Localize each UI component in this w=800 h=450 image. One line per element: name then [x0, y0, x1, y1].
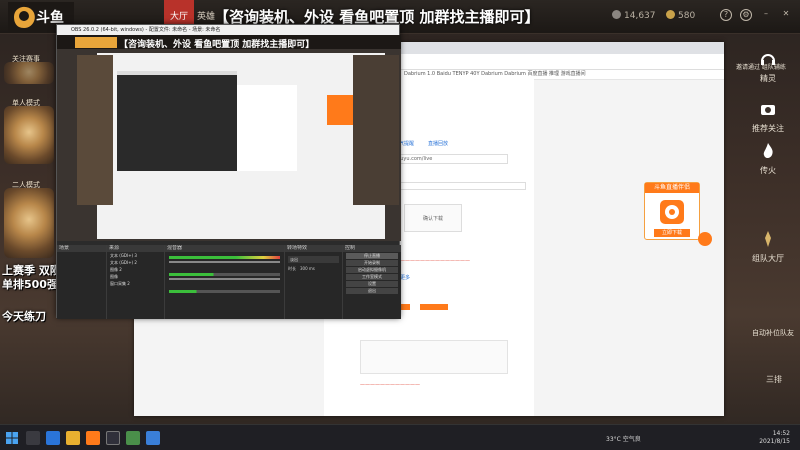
obs-preview-canvas	[57, 35, 401, 241]
qq-icon[interactable]	[146, 431, 160, 445]
side-action-icon[interactable]	[698, 232, 712, 246]
volume-slider[interactable]	[169, 278, 280, 280]
settings-button[interactable]: 设置	[346, 281, 398, 287]
fire-button[interactable]: 传火	[746, 142, 790, 176]
camera-icon	[761, 105, 775, 115]
orange-button-2[interactable]	[420, 304, 448, 310]
windows-start-icon[interactable]	[6, 432, 18, 444]
team-hall-label: 组队大厅	[752, 254, 784, 263]
source-item[interactable]: 窗口采集 2	[110, 280, 164, 287]
audio-meter	[169, 290, 280, 293]
recommend-button[interactable]: 推荐关注	[746, 100, 790, 134]
spirit-button[interactable]: 精灵	[746, 50, 790, 84]
trio-label[interactable]: 三排	[766, 374, 782, 385]
duration-value[interactable]: 300 ms	[300, 266, 315, 272]
solo-mode-emblem[interactable]	[4, 106, 54, 164]
stop-stream-button[interactable]: 停止直播	[346, 253, 398, 259]
obs-preview: 【咨询装机、外设 看鱼吧置顶 加群找主播即可】	[57, 35, 401, 241]
season-rank-text-2: 单排500强	[2, 278, 58, 291]
transitions-header: 转场特效	[285, 245, 342, 252]
mixer-dock: 混音器	[165, 245, 285, 319]
douyu-app-taskbar-icon[interactable]	[86, 431, 100, 445]
source-item[interactable]: 图像	[110, 273, 164, 280]
exit-button[interactable]: 退出	[346, 288, 398, 294]
scenes-header: 场景	[57, 245, 106, 252]
settings-icon[interactable]: ⚙	[740, 9, 752, 21]
info-panel	[360, 340, 508, 374]
sources-list: 文本 (GDI+) 3 文本 (GDI+) 2 图像 2 图像 窗口采集 2	[107, 252, 164, 287]
today-text: 今天练刀	[2, 310, 46, 323]
search-icon[interactable]	[26, 431, 40, 445]
sponsor-download-button[interactable]: 立即下载	[654, 229, 690, 237]
start-recording-button[interactable]: 开始录制	[346, 260, 398, 266]
controls-dock: 控制 停止直播 开始录制 启动虚拟摄像机 工作室模式 设置 退出	[343, 245, 401, 319]
clock-date: 2021/8/15	[759, 438, 790, 445]
stream-url-field[interactable]: douyu.com/live	[390, 154, 508, 164]
recommend-label: 推荐关注	[752, 124, 784, 133]
transition-select[interactable]: 淡出	[288, 256, 339, 263]
obs-docks: 场景 来源 文本 (GDI+) 3 文本 (GDI+) 2 图像 2 图像 窗口…	[57, 245, 401, 319]
page-links: 人气提醒 直播回放	[394, 140, 448, 147]
event-banner[interactable]	[4, 62, 54, 84]
currency-coins: 14,637	[612, 10, 656, 21]
warning-text: ————————————————	[390, 258, 470, 264]
source-item[interactable]: 文本 (GDI+) 2	[110, 259, 164, 266]
audio-meter	[169, 273, 280, 276]
game-client: 斗鱼 大厅 英雄 【咨询装机、外设 看鱼吧置顶 加群找主播即可】 14,637 …	[0, 0, 800, 450]
left-mode-column: 关注赛事 单人模式 二人模式 上赛季 双陨星 单排500强 今天练刀	[0, 34, 72, 424]
gem-icon	[666, 10, 675, 19]
source-item[interactable]: 图像 2	[110, 266, 164, 273]
scenes-dock: 场景	[57, 245, 107, 319]
fire-label: 传火	[760, 166, 776, 175]
preview-stream-title: 【咨询装机、外设 看鱼吧置顶 加群找主播即可】	[119, 40, 315, 50]
clock-time: 14:52	[772, 430, 790, 437]
minimize-icon[interactable]: –	[760, 9, 772, 21]
link-replay[interactable]: 直播回放	[428, 140, 448, 147]
source-item[interactable]: 文本 (GDI+) 3	[110, 252, 164, 259]
obs-taskbar-icon[interactable]	[106, 431, 120, 445]
gems-value: 580	[678, 11, 696, 21]
volume-slider[interactable]	[169, 261, 280, 263]
team-icon	[765, 231, 771, 247]
coin-icon	[612, 10, 621, 19]
duration-label: 时长	[288, 266, 296, 271]
sources-header: 来源	[107, 245, 164, 252]
transitions-dock: 转场特效 淡出 时长 300 ms	[285, 245, 343, 319]
sponsor-title: 斗鱼直播伴侣	[645, 183, 699, 193]
flame-icon	[763, 143, 773, 158]
douyu-app-icon	[660, 200, 684, 224]
studio-mode-button[interactable]: 工作室模式	[346, 274, 398, 280]
error-line: ————————————	[360, 382, 420, 388]
duo-mode-emblem[interactable]	[4, 188, 54, 258]
edge-icon[interactable]	[46, 431, 60, 445]
system-clock[interactable]: 14:52 2021/8/15	[759, 430, 790, 446]
close-icon[interactable]: ✕	[780, 9, 792, 21]
virtual-camera-button[interactable]: 启动虚拟摄像机	[346, 267, 398, 273]
mixer-header: 混音器	[165, 245, 284, 252]
obs-window: OBS 26.0.2 (64-bit, windows) - 配置文件: 未命名…	[56, 24, 401, 319]
windows-taskbar: 33°C 空气良 14:52 2021/8/15	[0, 424, 800, 450]
help-icon[interactable]: ?	[720, 9, 732, 21]
audio-meter	[169, 256, 280, 259]
headset-icon	[761, 54, 775, 65]
controls-header: 控制	[343, 245, 401, 252]
sources-dock: 来源 文本 (GDI+) 3 文本 (GDI+) 2 图像 2 图像 窗口采集 …	[107, 245, 165, 319]
folder-icon[interactable]	[66, 431, 80, 445]
wechat-icon[interactable]	[126, 431, 140, 445]
obs-title-bar: OBS 26.0.2 (64-bit, windows) - 配置文件: 未命名…	[57, 25, 399, 35]
auto-fill-label[interactable]: 自动补位队友	[752, 328, 794, 338]
team-hall-button[interactable]: 组队大厅	[746, 230, 790, 264]
spirit-label: 精灵	[760, 74, 776, 83]
download-confirm-box[interactable]: 确认下载	[404, 204, 462, 232]
duration-row: 时长 300 ms	[288, 266, 339, 272]
stream-key-field[interactable]	[390, 182, 526, 190]
weather-widget[interactable]: 33°C 空气良	[606, 434, 641, 443]
coins-value: 14,637	[624, 11, 656, 21]
sponsor-card[interactable]: 斗鱼直播伴侣 立即下载	[644, 182, 700, 240]
currency-gems: 580	[666, 10, 695, 21]
window-controls: ? ⚙ – ✕	[720, 9, 792, 21]
